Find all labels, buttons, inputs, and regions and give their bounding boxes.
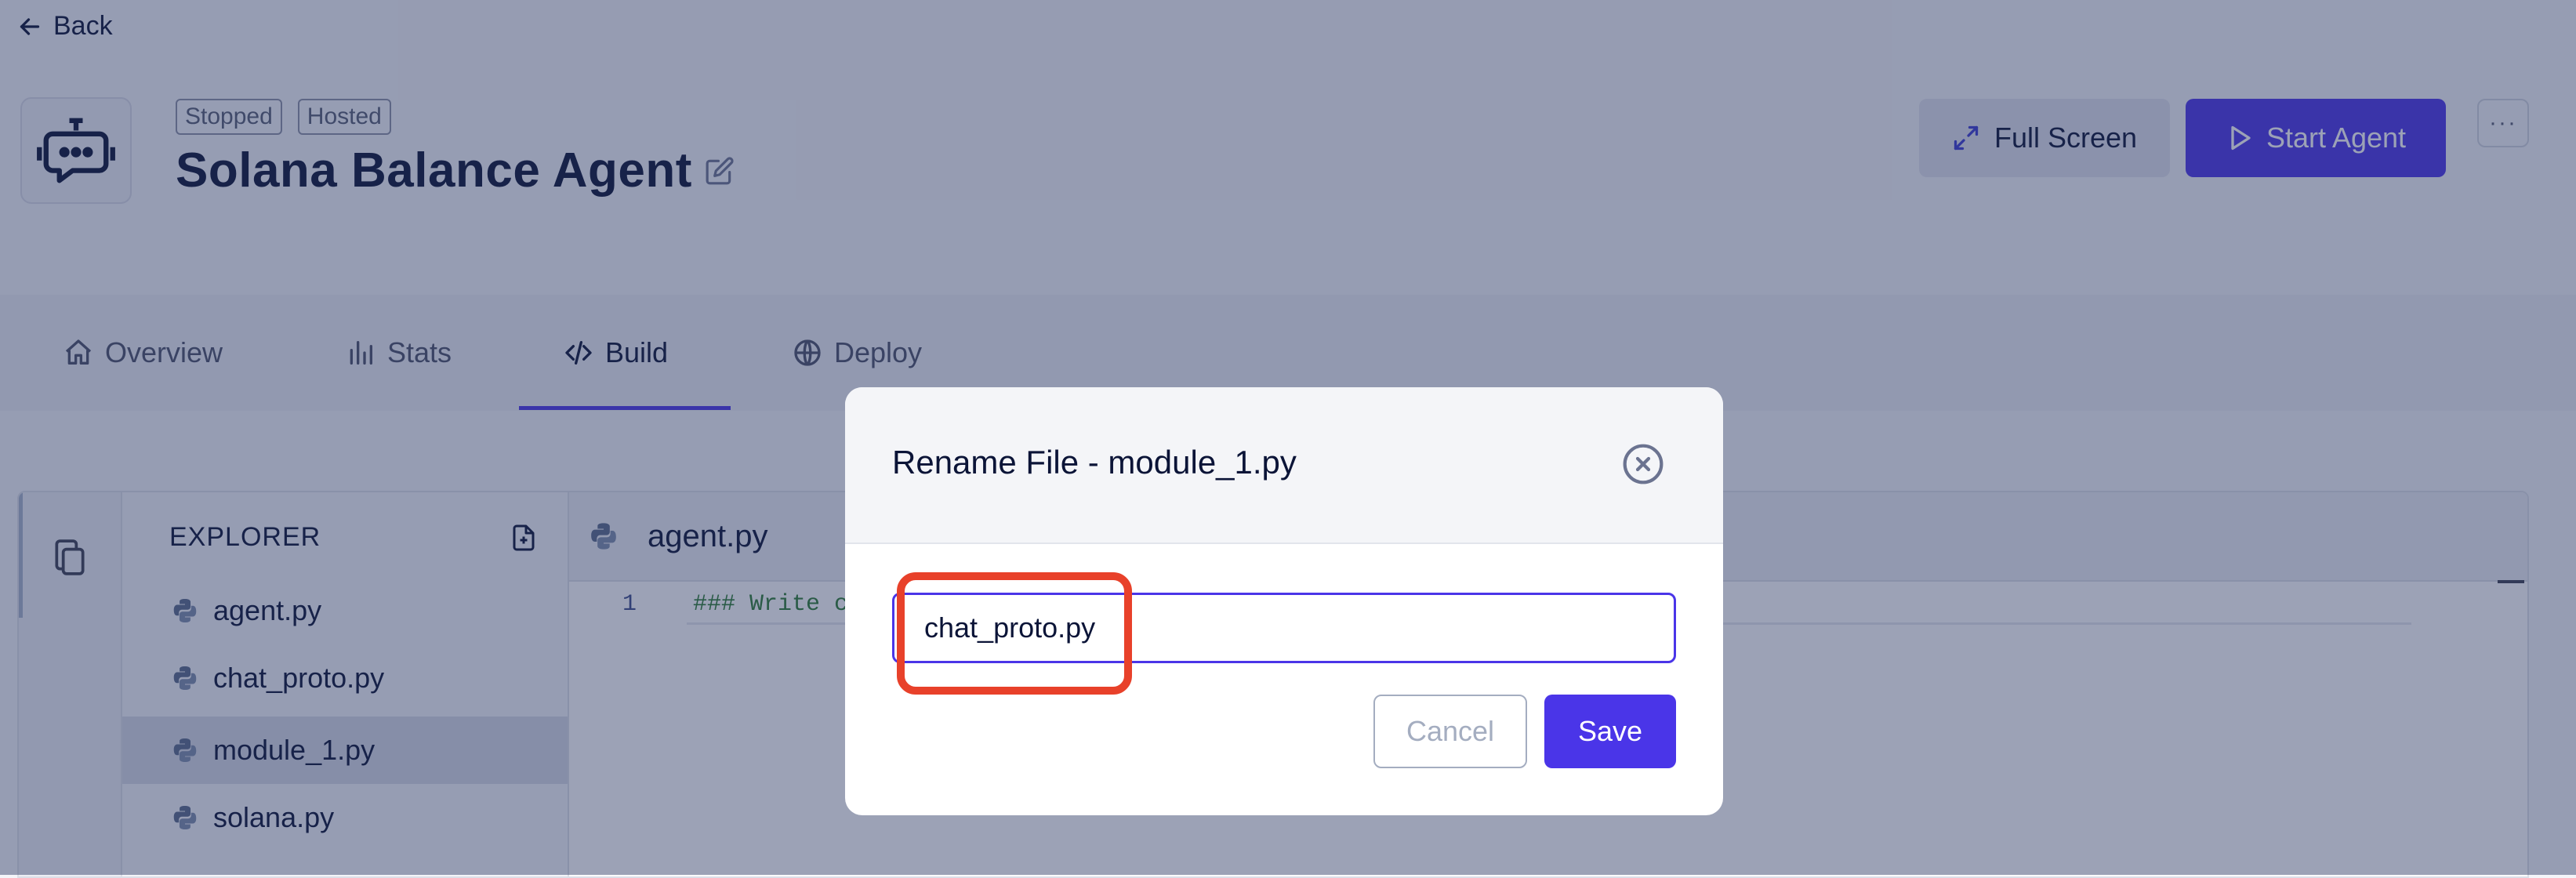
save-button[interactable]: Save — [1544, 695, 1676, 768]
close-icon[interactable] — [1621, 442, 1665, 486]
file-name-input[interactable] — [892, 593, 1676, 663]
rename-file-dialog: Rename File - module_1.py Cancel Save — [845, 387, 1723, 815]
page: Back Stopped Hosted Solana Balance Agent… — [0, 0, 2576, 878]
cancel-button[interactable]: Cancel — [1373, 695, 1527, 768]
dialog-title: Rename File - module_1.py — [892, 444, 1297, 481]
dialog-header: Rename File - module_1.py — [845, 387, 1723, 544]
